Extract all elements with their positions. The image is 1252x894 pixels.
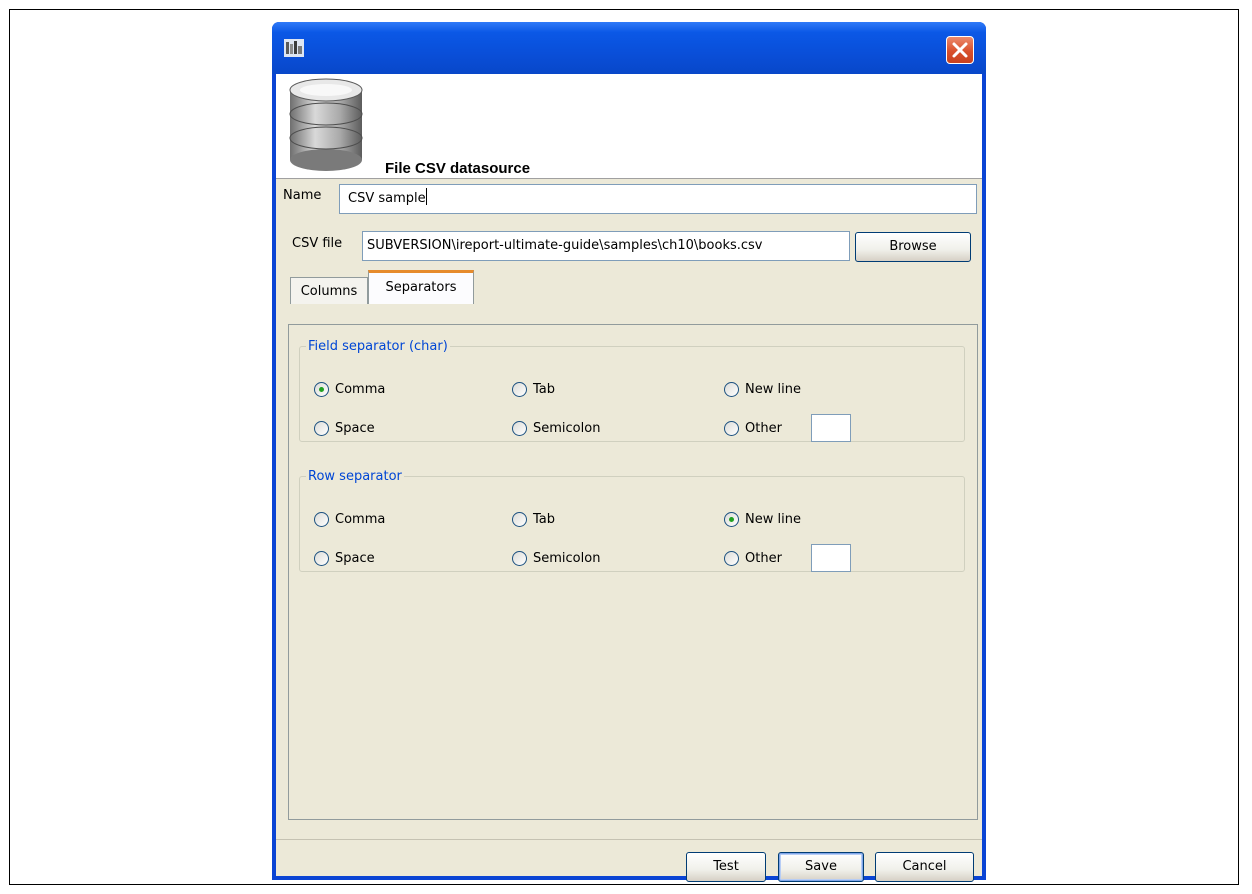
close-icon: [952, 42, 968, 58]
text-caret: [425, 188, 427, 205]
csv-file-label: CSV file: [292, 236, 343, 251]
dialog-header: File CSV datasource: [276, 74, 982, 179]
field-sep-other-radio[interactable]: Other: [724, 421, 782, 436]
radio-indicator: [512, 551, 527, 566]
radio-indicator: [314, 512, 329, 527]
option-label: Semicolon: [533, 421, 601, 436]
close-button[interactable]: [946, 36, 974, 64]
cancel-button[interactable]: Cancel: [875, 852, 974, 882]
option-label: Tab: [533, 382, 556, 397]
row-separator-legend: Row separator: [308, 469, 402, 484]
csv-file-path: SUBVERSION\ireport-ultimate-guide\sample…: [367, 238, 763, 253]
field-sep-other-input[interactable]: [811, 414, 851, 442]
option-label: Other: [745, 551, 782, 566]
field-sep-comma-radio[interactable]: Comma: [314, 382, 385, 397]
option-label: Comma: [335, 512, 386, 527]
row-sep-tab-radio[interactable]: Tab: [512, 512, 555, 527]
row-sep-other-input[interactable]: [811, 544, 851, 572]
radio-indicator: [512, 512, 527, 527]
name-value: CSV sample: [348, 191, 426, 206]
option-label: New line: [745, 382, 801, 397]
tab-columns[interactable]: Columns: [290, 277, 368, 304]
save-button[interactable]: Save: [778, 852, 864, 882]
field-sep-semicolon-radio[interactable]: Semicolon: [512, 421, 600, 436]
option-label: Comma: [335, 382, 386, 397]
option-label: Other: [745, 421, 782, 436]
radio-indicator: [512, 421, 527, 436]
field-separator-legend: Field separator (char): [308, 339, 448, 354]
field-sep-tab-radio[interactable]: Tab: [512, 382, 555, 397]
name-input[interactable]: CSV sample: [339, 184, 977, 214]
radio-indicator: [724, 382, 739, 397]
dialog-client-area: File CSV datasource Name CSV sample CSV …: [276, 74, 982, 882]
test-button[interactable]: Test: [686, 852, 766, 882]
row-separator-group: Row separator Comma Tab New line Space S…: [299, 469, 965, 572]
csv-datasource-dialog: File CSV datasource Name CSV sample CSV …: [272, 22, 986, 882]
tab-separators[interactable]: Separators: [368, 270, 474, 304]
option-label: Semicolon: [533, 551, 601, 566]
row-sep-comma-radio[interactable]: Comma: [314, 512, 385, 527]
radio-indicator: [314, 551, 329, 566]
row-sep-newline-radio[interactable]: New line: [724, 512, 801, 527]
csv-file-input[interactable]: SUBVERSION\ireport-ultimate-guide\sample…: [362, 231, 850, 261]
database-icon: [286, 76, 366, 178]
field-sep-newline-radio[interactable]: New line: [724, 382, 801, 397]
separators-panel: Field separator (char) Comma Tab New lin…: [288, 324, 978, 820]
radio-indicator: [724, 421, 739, 436]
row-sep-other-radio[interactable]: Other: [724, 551, 782, 566]
footer-divider: [276, 839, 982, 840]
radio-indicator: [512, 382, 527, 397]
radio-indicator: [314, 421, 329, 436]
field-sep-space-radio[interactable]: Space: [314, 421, 375, 436]
field-separator-group: Field separator (char) Comma Tab New lin…: [299, 339, 965, 442]
option-label: Space: [335, 551, 375, 566]
radio-selected-indicator: [314, 382, 329, 397]
radio-selected-indicator: [724, 512, 739, 527]
ireport-app-icon: [284, 39, 304, 57]
row-sep-space-radio[interactable]: Space: [314, 551, 375, 566]
radio-indicator: [724, 551, 739, 566]
option-label: New line: [745, 512, 801, 527]
browse-button[interactable]: Browse: [855, 232, 971, 262]
option-label: Space: [335, 421, 375, 436]
dialog-heading: File CSV datasource: [385, 160, 531, 177]
title-bar[interactable]: [272, 22, 986, 74]
row-sep-semicolon-radio[interactable]: Semicolon: [512, 551, 600, 566]
name-label: Name: [283, 188, 322, 203]
option-label: Tab: [533, 512, 556, 527]
